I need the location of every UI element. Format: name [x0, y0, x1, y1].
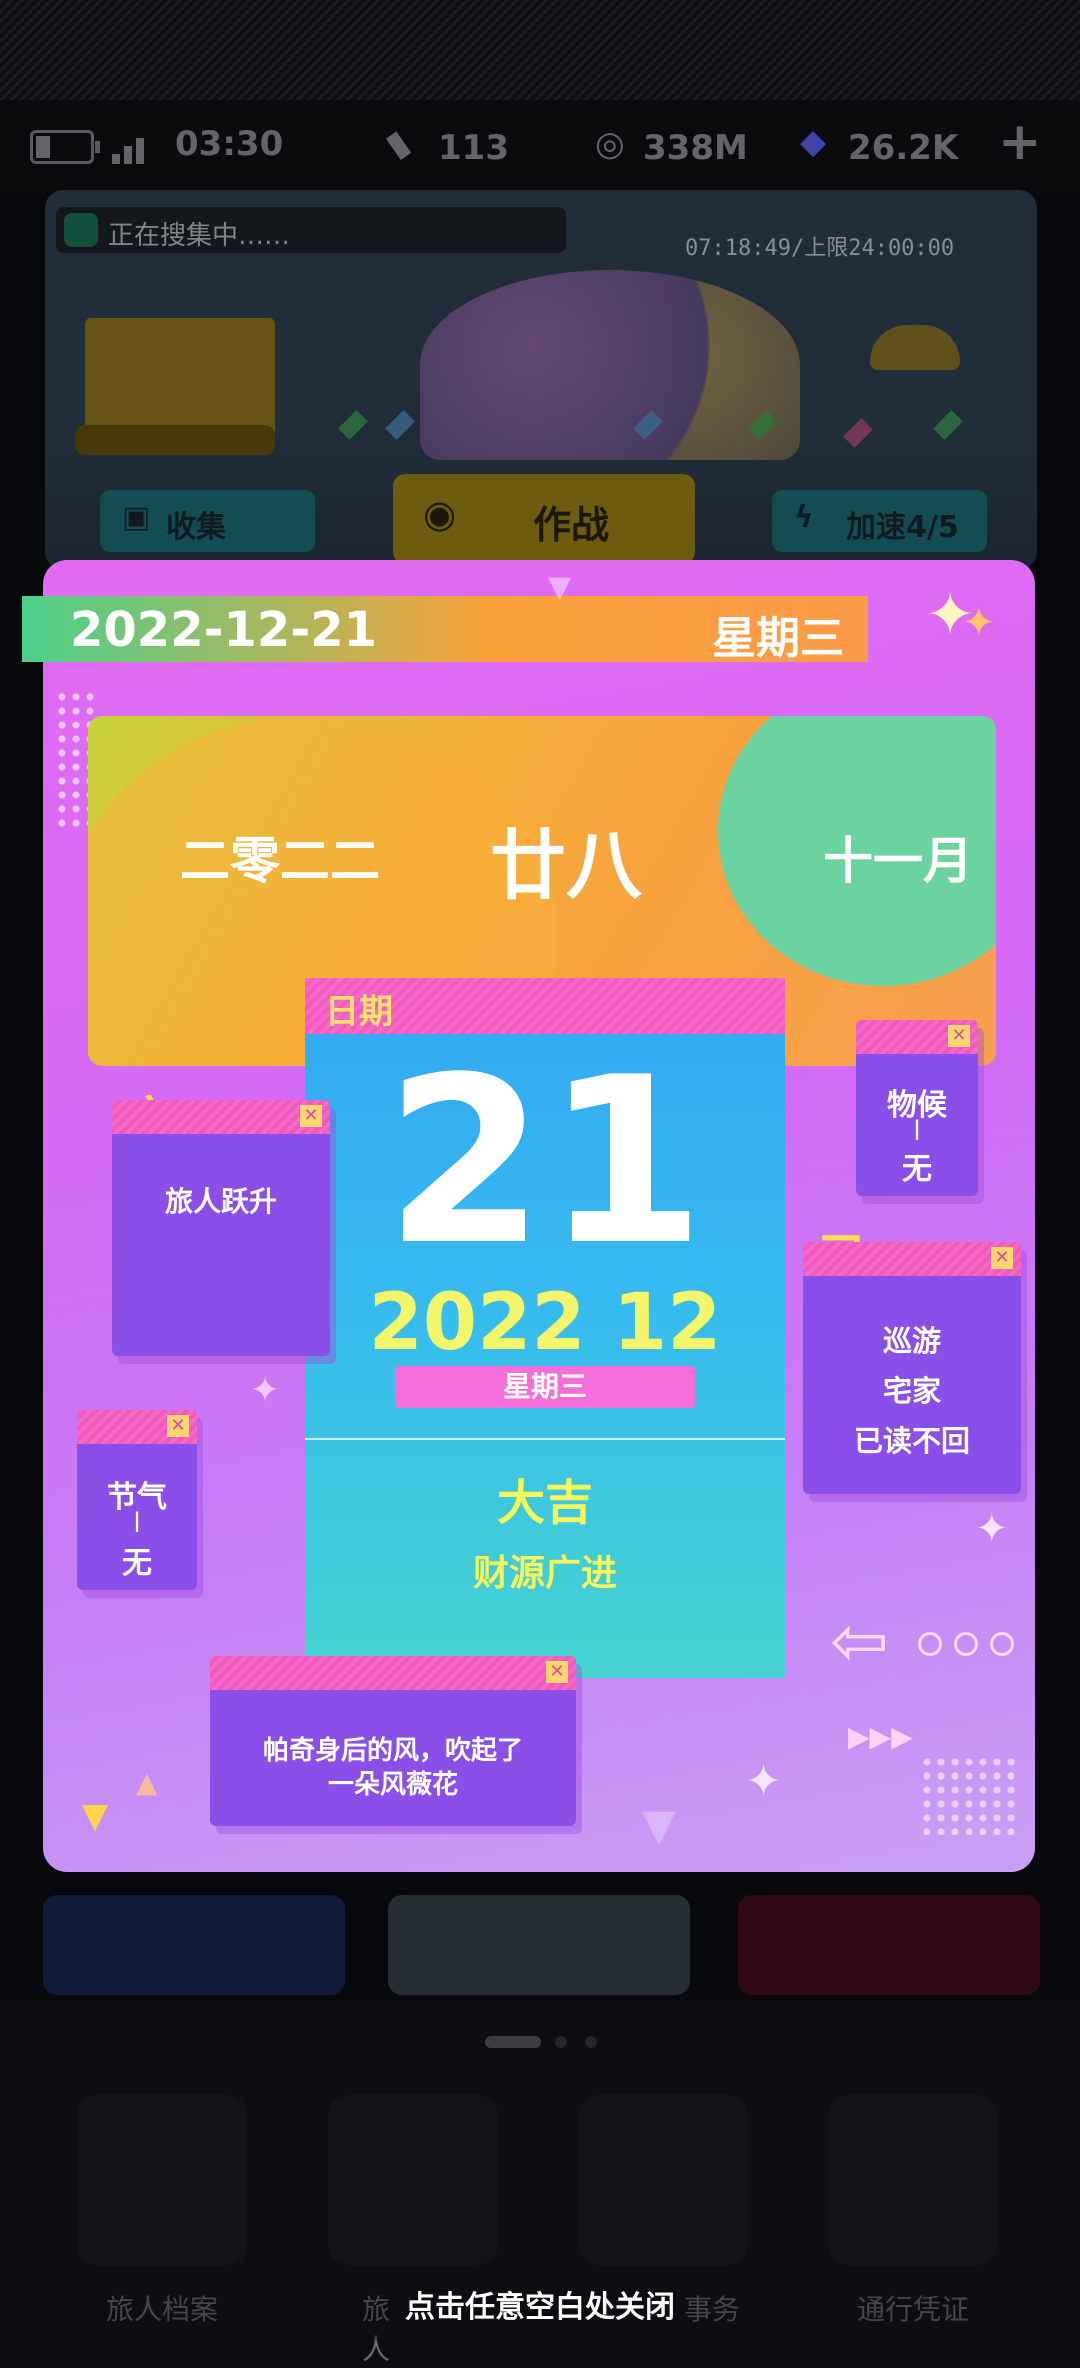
triangle-icon: ▼: [82, 1796, 109, 1836]
close-hint: 点击任意空白处关闭: [405, 2290, 675, 2325]
yi-window: ✕ 旅人跃升: [112, 1100, 330, 1356]
sparkle-icon: ✦: [745, 1756, 782, 1807]
phenology-window: ✕ 物候 | 无: [856, 1020, 978, 1196]
dot-pattern: [920, 1755, 1016, 1835]
fortune-text: 大吉: [496, 1475, 593, 1531]
solar-term-value: 无: [122, 1546, 152, 1581]
dots-decoration: [918, 1632, 1026, 1660]
close-icon: ✕: [300, 1105, 322, 1127]
triangle-icon: ▼: [642, 1800, 676, 1851]
sparkle-icon: ✦: [975, 1506, 1009, 1552]
header-weekday: 星期三: [712, 613, 844, 664]
quote-line-1: 帕奇身后的风，吹起了: [262, 1736, 523, 1766]
date-header: 2022-12-21 星期三: [22, 596, 868, 664]
fast-forward-icon: ▶▶▶: [848, 1720, 913, 1753]
ji-window: ✕ 巡游 宅家 已读不回: [803, 1242, 1021, 1494]
sparkle-icon: ✦: [250, 1370, 281, 1411]
phenology-value: 无: [902, 1152, 932, 1187]
year-month: 2022 12: [368, 1278, 722, 1368]
day-number: 21: [384, 1029, 706, 1296]
close-icon: ✕: [546, 1661, 568, 1683]
date-card: 日期 21 2022 12 星期三 大吉 财源广进: [305, 978, 785, 1678]
lunar-day: 廿八: [490, 821, 642, 910]
quote-line-2: 一朵风薇花: [327, 1770, 458, 1800]
triangle-icon: ▼: [548, 570, 572, 605]
lunar-month: 十一月: [823, 832, 973, 890]
sparkle-icon: ✦: [962, 600, 996, 646]
close-icon: ✕: [991, 1247, 1013, 1269]
triangle-icon: ▲: [136, 1766, 158, 1799]
fortune-detail: 财源广进: [472, 1553, 617, 1594]
date-card-title: 日期: [325, 992, 393, 1032]
ji-item: 已读不回: [853, 1424, 970, 1458]
solar-term-window: ✕ 节气 | 无: [77, 1410, 197, 1590]
weekday-pill: 星期三: [395, 1366, 695, 1408]
header-date: 2022-12-21: [70, 602, 378, 658]
card-divider: [305, 1438, 785, 1440]
yi-item: 旅人跃升: [164, 1185, 277, 1218]
arrow-left-icon: ⇦: [830, 1600, 889, 1682]
quote-window: ✕ 帕奇身后的风，吹起了 一朵风薇花: [210, 1656, 576, 1826]
ji-item: 巡游: [882, 1324, 941, 1358]
lunar-year: 二零二二: [180, 832, 380, 890]
weekday-pill-text: 星期三: [502, 1370, 587, 1403]
ji-item: 宅家: [882, 1374, 941, 1408]
close-icon: ✕: [948, 1025, 970, 1047]
close-icon: ✕: [167, 1415, 189, 1437]
